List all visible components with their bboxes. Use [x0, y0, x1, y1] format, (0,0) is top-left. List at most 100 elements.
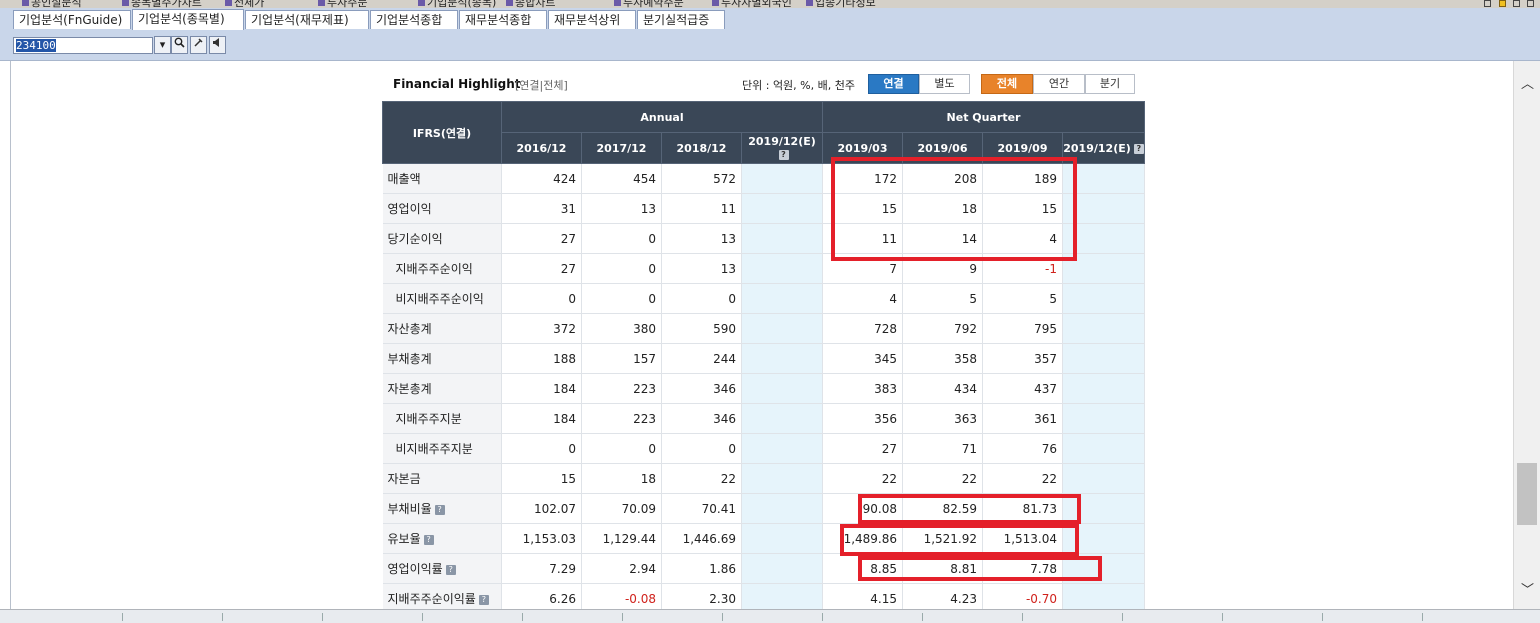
scroll-up-icon[interactable]: ︿ [1521, 73, 1534, 92]
table-cell: 15 [822, 193, 904, 224]
table-cell: 380 [581, 313, 662, 344]
tab-icon [225, 0, 232, 6]
table-cell: 7.29 [501, 553, 582, 584]
table-cell [1062, 223, 1146, 254]
table-cell: 357 [982, 343, 1064, 374]
speaker-icon[interactable] [209, 36, 226, 54]
table-cell: 184 [501, 373, 582, 404]
help-icon[interactable]: ? [434, 504, 445, 515]
row-label-text: 부채총계 [387, 352, 432, 366]
window-tab-6[interactable]: 투자예약주문 [614, 0, 684, 8]
status-divider [122, 613, 123, 621]
quarter-button[interactable]: 분기 [1085, 74, 1135, 94]
tab-financial-statements[interactable]: 기업분석(재무제표) [245, 10, 369, 29]
table-cell: 8.81 [902, 553, 984, 584]
vertical-scrollbar[interactable]: ︿ ﹀ [1513, 61, 1540, 609]
tab-company-summary[interactable]: 기업분석종합 [370, 10, 458, 29]
window-tab-2[interactable]: 전체가 [225, 0, 264, 8]
restore-icon[interactable] [1513, 0, 1520, 7]
financial-highlight-panel: Financial Highlight [연결|전체] 단위 : 억원, %, … [382, 68, 1146, 614]
table-cell: 795 [982, 313, 1064, 344]
tab-fnguide[interactable]: 기업분석(FnGuide) [13, 10, 131, 29]
window-tab-0[interactable]: 공인실분석 [22, 0, 82, 8]
table-cell: 82.59 [902, 493, 984, 524]
tab-icon [122, 0, 129, 6]
window-tab-3[interactable]: 투자주문 [318, 0, 367, 8]
row-label-text: 자본총계 [387, 382, 432, 396]
tab-icon [418, 0, 425, 6]
color-icon[interactable] [1499, 0, 1506, 7]
window-tab-8[interactable]: 업종기타정보 [806, 0, 876, 8]
unit-label: 단위 : 억원, %, 배, 천주 [742, 79, 855, 92]
table-cell: 454 [581, 163, 662, 194]
window-tab-5[interactable]: 종합차트 [506, 0, 556, 8]
help-icon[interactable]: ? [1133, 143, 1144, 154]
status-divider [1222, 613, 1223, 621]
table-cell: 0 [501, 283, 582, 314]
table-row: 당기순이익 27 0 13 11 14 4 [382, 223, 1146, 254]
status-divider [322, 613, 323, 621]
stock-code-input[interactable]: 234100 [13, 37, 153, 54]
table-cell: 13 [661, 223, 742, 254]
row-label: 자본총계 [382, 373, 502, 404]
table-cell: 8.85 [822, 553, 904, 584]
table-cell: 0 [501, 433, 582, 464]
table-cell: 1,153.03 [501, 523, 582, 554]
window-tab-strip: 공인실분석 종목별주가차트 전체가 투자주문 기업분석(종목) 종합차트 투자예… [0, 0, 1540, 8]
row-label: 지배주주지분 [382, 403, 502, 434]
tab-quarterly-surge[interactable]: 분기실적급증 [637, 10, 725, 29]
settings-icon[interactable] [190, 36, 207, 54]
minimize-icon[interactable] [1484, 0, 1491, 7]
table-cell: 1.86 [661, 553, 742, 584]
table-cell: 792 [902, 313, 984, 344]
table-row: 지배주주지분 184 223 346 356 363 361 [382, 403, 1146, 434]
search-icon[interactable] [171, 36, 188, 54]
panel-title: Financial Highlight [393, 77, 521, 91]
table-row: 부채비율? 102.07 70.09 70.41 90.08 82.59 81.73 [382, 493, 1146, 524]
row-label-text: 비지배주주순이익 [395, 292, 484, 306]
window-tab-4[interactable]: 기업분석(종목) [418, 0, 496, 8]
help-icon[interactable]: ? [778, 150, 789, 160]
table-cell: 1,129.44 [581, 523, 662, 554]
status-divider [922, 613, 923, 621]
table-cell [1062, 253, 1146, 284]
column-header: 2019/12(E)? [1062, 132, 1146, 164]
help-icon[interactable]: ? [478, 594, 489, 605]
table-cell: 81.73 [982, 493, 1064, 524]
window-tab-7[interactable]: 투자자별외국인 [712, 0, 792, 8]
table-cell: 11 [822, 223, 904, 254]
panel-header: Financial Highlight [연결|전체] 단위 : 억원, %, … [382, 68, 1144, 101]
tab-financial-top[interactable]: 재무분석상위 [548, 10, 636, 29]
dropdown-arrow-icon[interactable]: ▾ [154, 36, 171, 54]
help-icon[interactable]: ? [445, 564, 456, 575]
window-tab-1[interactable]: 종목별주가차트 [122, 0, 202, 8]
annual-button[interactable]: 연간 [1033, 74, 1085, 94]
scroll-thumb[interactable] [1517, 463, 1537, 525]
all-period-button[interactable]: 전체 [981, 74, 1033, 94]
table-cell: 437 [982, 373, 1064, 404]
tab-icon [506, 0, 513, 6]
table-cell [741, 163, 824, 194]
table-cell [741, 493, 824, 524]
column-header-label: 2019/06 [917, 141, 968, 155]
row-label: 영업이익률? [382, 553, 502, 584]
tab-financial-summary[interactable]: 재무분석종합 [459, 10, 547, 29]
row-label: 매출액 [382, 163, 502, 194]
table-cell: 572 [661, 163, 742, 194]
table-cell: 13 [661, 253, 742, 284]
column-header-label: 2019/12(E) [748, 135, 816, 148]
close-icon[interactable] [1527, 0, 1534, 7]
table-cell [741, 223, 824, 254]
window-tab-label: 종합차트 [515, 0, 556, 8]
table-cell: 4 [822, 283, 904, 314]
row-label-text: 당기순이익 [387, 232, 443, 246]
row-label: 자산총계 [382, 313, 502, 344]
tab-by-stock[interactable]: 기업분석(종목별) [132, 9, 244, 30]
scroll-down-icon[interactable]: ﹀ [1521, 579, 1534, 598]
column-header: 2019/09 [982, 132, 1064, 164]
table-cell: 22 [982, 463, 1064, 494]
consolidated-button[interactable]: 연결 [868, 74, 919, 94]
table-cell: 223 [581, 403, 662, 434]
separate-button[interactable]: 별도 [919, 74, 970, 94]
help-icon[interactable]: ? [423, 534, 434, 545]
